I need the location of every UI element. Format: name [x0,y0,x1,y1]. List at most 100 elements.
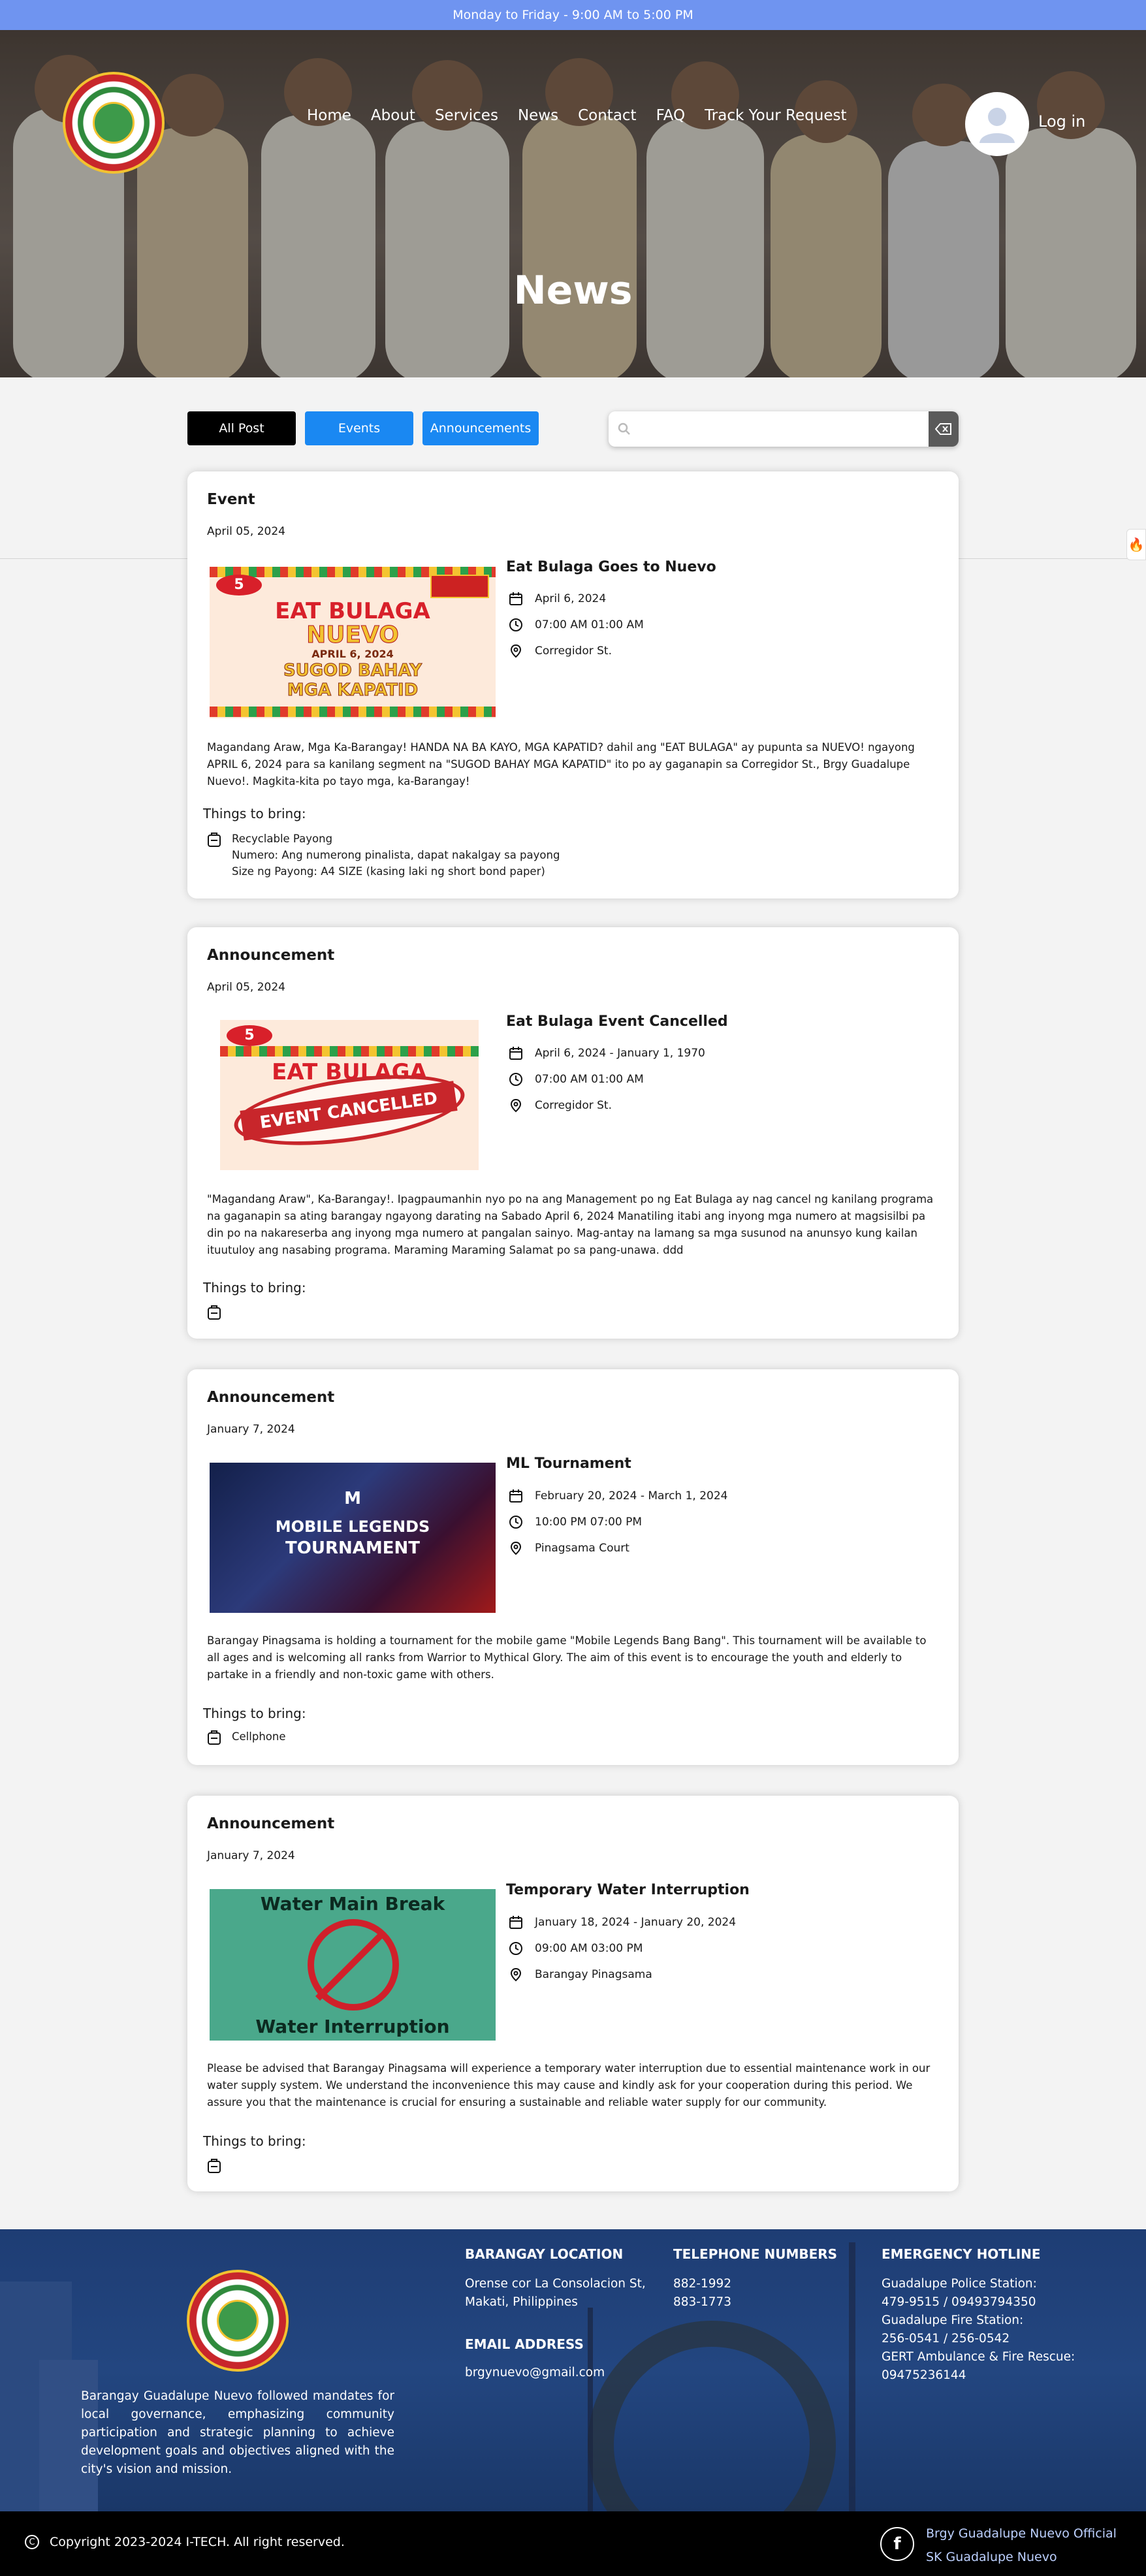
event-time-text: 07:00 AM 01:00 AM [535,618,644,631]
calendar-icon [509,1047,522,1060]
post-date: April 05, 2024 [207,981,285,994]
post-type: Announcement [207,1389,335,1406]
bag-icon [208,1305,221,1320]
facebook-link-official[interactable]: Brgy Guadalupe Nuevo Official [926,2522,1117,2545]
event-date: February 20, 2024 - March 1, 2024 [509,1489,728,1503]
nav-track-request[interactable]: Track Your Request [705,107,846,124]
login-link[interactable]: Log in [1038,112,1085,131]
image-title: Water Main Break [260,1893,445,1915]
clock-icon [509,1942,522,1955]
event-time-text: 09:00 AM 03:00 PM [535,1942,643,1955]
calendar-icon [509,1489,522,1503]
event-title[interactable]: ML Tournament [506,1455,631,1472]
user-avatar[interactable] [965,92,1029,156]
post-image[interactable]: M MOBILE LEGENDS TOURNAMENT [210,1463,496,1613]
hero-overlay [0,30,1146,377]
location-pin-icon [510,1967,522,1982]
event-location-text: Pinagsama Court [535,1542,629,1555]
image-subtitle: Water Interruption [255,2016,450,2037]
event-title[interactable]: Temporary Water Interruption [506,1882,750,1898]
nav-faq[interactable]: FAQ [656,107,686,124]
filter-events-button[interactable]: Events [305,411,413,445]
things-to-bring-list [207,2157,232,2174]
post-image[interactable]: 5 EAT BULAGA NUEVO APRIL 6, 2024 SUGOD B… [210,567,496,718]
post-image[interactable]: 5 EAT BULAGA EVENT CANCELLED [220,1020,479,1170]
filter-all-posts-button[interactable]: All Post [187,411,296,445]
event-location-text: Corregidor St. [535,1099,612,1112]
event-location: Pinagsama Court [509,1541,629,1555]
event-location: Corregidor St. [509,644,612,658]
phone-number: 882-1992 [673,2277,732,2291]
event-location: Corregidor St. [509,1098,612,1113]
calendar-icon [509,592,522,605]
clear-search-button[interactable] [929,411,959,447]
event-time: 09:00 AM 03:00 PM [509,1941,643,1956]
facebook-link-sk[interactable]: SK Guadalupe Nuevo [926,2545,1117,2569]
search-box [609,411,959,447]
facebook-icon[interactable]: f [880,2527,914,2561]
filter-announcements-button[interactable]: Announcements [422,411,539,445]
social-links: Brgy Guadalupe Nuevo Official SK Guadalu… [926,2522,1117,2569]
event-time-text: 10:00 PM 07:00 PM [535,1516,643,1529]
event-date-text: April 6, 2024 - January 1, 1970 [535,1047,705,1060]
main-nav: Home About Services News Contact FAQ Tra… [307,107,866,124]
footer-logo [187,2270,289,2372]
user-silhouette-icon [979,108,1015,143]
image-title: EAT BULAGA [275,598,430,624]
emergency-line: GERT Ambulance & Fire Rescue: [882,2350,1075,2364]
post-card: Announcement April 05, 2024 5 EAT BULAGA… [187,927,959,1339]
event-date: January 18, 2024 - January 20, 2024 [509,1915,736,1930]
image-subtitle: NUEVO [306,622,400,649]
image-line-2: MGA KAPATID [287,680,419,701]
side-widget-tab[interactable]: 🔥 [1126,529,1146,560]
post-filters: All Post Events Announcements [187,411,539,445]
copyright-text: Copyright 2023-2024 I-TECH. All right re… [50,2535,345,2549]
bag-icon [208,833,221,847]
nav-about[interactable]: About [371,107,415,124]
flame-icon: 🔥 [1128,537,1145,552]
post-description: Please be advised that Barangay Pinagsam… [207,2062,931,2108]
event-time: 10:00 PM 07:00 PM [509,1515,642,1529]
event-location: Barangay Pinagsama [509,1967,652,1982]
post-description: Magandang Araw, Mga Ka-Barangay! HANDA N… [207,741,915,787]
event-time-text: 07:00 AM 01:00 AM [535,1073,644,1086]
post-type: Announcement [207,1815,335,1832]
email-link[interactable]: brgynuevo@gmail.com [465,2364,605,2382]
hero-banner: Home About Services News Contact FAQ Tra… [0,30,1146,377]
nav-news[interactable]: News [518,107,558,124]
post-image[interactable]: Water Main Break Water Interruption [210,1889,496,2041]
emergency-line: 09475236144 [882,2368,966,2382]
search-input[interactable] [637,416,929,442]
event-time: 07:00 AM 01:00 AM [509,1072,644,1087]
post-date: January 7, 2024 [207,1423,295,1436]
event-title[interactable]: Eat Bulaga Goes to Nuevo [506,559,716,575]
event-title[interactable]: Eat Bulaga Event Cancelled [506,1013,728,1030]
things-to-bring-label: Things to bring: [203,1706,306,1721]
emergency-line: 479-9515 / 09493794350 [882,2295,1036,2309]
nav-contact[interactable]: Contact [578,107,636,124]
nav-services[interactable]: Services [435,107,498,124]
post-card: Announcement January 7, 2024 Water Main … [187,1796,959,2191]
things-to-bring-list: Recyclable Payong Numero: Ang numerong p… [207,831,560,880]
site-footer: Barangay Guadalupe Nuevo followed mandat… [0,2229,1146,2511]
image-title: MOBILE LEGENDS [275,1518,430,1536]
location-pin-icon [510,1098,522,1113]
things-to-bring-label: Things to bring: [203,2133,306,2149]
nav-home[interactable]: Home [307,107,351,124]
things-to-bring-list: Cellphone [207,1728,285,1745]
footer-about-text: Barangay Guadalupe Nuevo followed mandat… [81,2389,394,2476]
copyright-bar: C Copyright 2023-2024 I-TECH. All right … [0,2511,1146,2576]
event-date-text: January 18, 2024 - January 20, 2024 [535,1916,737,1929]
emergency-heading: EMERGENCY HOTLINE [882,2246,1041,2262]
location-text: Orense cor La Consolacion St, Makati, Ph… [465,2277,646,2309]
clock-icon [509,1073,522,1086]
post-date: April 05, 2024 [207,525,285,538]
event-date: April 6, 2024 - January 1, 1970 [509,1046,705,1060]
bring-item: Cellphone [232,1730,286,1743]
emergency-line: Guadalupe Police Station: [882,2277,1037,2291]
post-date: January 7, 2024 [207,1849,295,1862]
clock-icon [509,1516,522,1529]
event-location-text: Barangay Pinagsama [535,1968,652,1981]
barangay-logo[interactable] [63,72,165,174]
copyright-icon: C [25,2535,39,2549]
